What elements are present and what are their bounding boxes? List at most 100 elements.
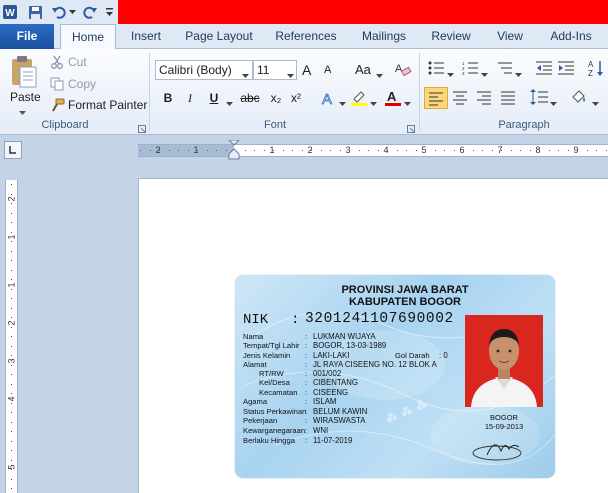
ruler-tick	[11, 193, 12, 195]
ruler-tick	[396, 150, 398, 151]
tab-review[interactable]: Review	[426, 24, 476, 49]
ruler-tick	[159, 150, 160, 151]
ruler-tick	[539, 150, 540, 151]
clear-formatting-icon[interactable]: A	[394, 60, 412, 81]
save-icon[interactable]	[27, 4, 43, 20]
align-center-icon[interactable]	[451, 88, 469, 109]
subscript-button[interactable]: x₂	[266, 89, 286, 107]
line-spacing-icon[interactable]	[530, 88, 548, 109]
paste-dropdown-icon[interactable]	[19, 105, 26, 119]
redo-icon[interactable]	[82, 4, 98, 20]
id-card-image[interactable]: ⁂ ⁂ ⁂ PROVINSI JAWA BARAT KABUPATEN BOGO…	[235, 275, 555, 478]
issue-place: BOGOR	[490, 413, 518, 422]
align-right-icon[interactable]	[475, 88, 493, 109]
tab-add-ins[interactable]: Add-Ins	[544, 24, 598, 49]
card-province: PROVINSI JAWA BARAT	[341, 284, 469, 296]
ribbon-home: Paste Cut Copy Format Painter Clipboard …	[0, 49, 608, 135]
shading-icon[interactable]	[570, 88, 588, 109]
format-painter-button[interactable]: Format Painter	[68, 98, 147, 112]
field-value: WNI	[313, 426, 329, 435]
field-value: LUKMAN WIJAYA	[313, 332, 376, 341]
text-effects-icon[interactable]: A	[320, 89, 338, 110]
numbering-icon[interactable]: 123	[462, 61, 478, 78]
font-color-dropdown-icon[interactable]	[404, 96, 411, 110]
ruler-tick	[472, 150, 474, 151]
underline-button[interactable]: U	[204, 89, 224, 107]
font-name-box[interactable]: Calibri (Body)	[155, 60, 253, 80]
horizontal-ruler[interactable]: 21123456789	[138, 140, 608, 160]
ruler-number: 5	[6, 464, 17, 470]
field-label: RT/RW	[259, 369, 284, 378]
signature-icon	[472, 444, 522, 461]
text-effects-dropdown-icon[interactable]	[339, 96, 346, 110]
tab-insert[interactable]: Insert	[124, 24, 168, 49]
undo-icon[interactable]	[50, 4, 66, 20]
vertical-ruler[interactable]: 2112345	[5, 180, 18, 493]
justify-icon[interactable]	[499, 88, 517, 109]
change-case-button[interactable]: Aa	[355, 62, 371, 77]
copy-button[interactable]: Copy	[68, 77, 96, 91]
field-label: Tempat/Tgl Lahir	[243, 341, 300, 350]
field-label: Pekerjaan	[243, 416, 278, 425]
blood-type-label: Gol Darah	[395, 351, 430, 360]
bold-button[interactable]: B	[158, 89, 178, 107]
shrink-font-button[interactable]: A	[324, 64, 331, 76]
underline-dropdown-icon[interactable]	[226, 96, 233, 110]
multilevel-dropdown-icon[interactable]	[515, 67, 522, 81]
highlight-dropdown-icon[interactable]	[370, 96, 377, 110]
grow-font-button[interactable]: A	[302, 62, 311, 78]
bullets-dropdown-icon[interactable]	[447, 67, 454, 81]
paste-button[interactable]: Paste	[10, 90, 41, 104]
ruler-tick	[225, 150, 227, 151]
shading-dropdown-icon[interactable]	[592, 96, 599, 110]
ruler-tick	[349, 150, 350, 151]
customize-toolbar-icon[interactable]	[104, 4, 114, 20]
tab-view[interactable]: View	[490, 24, 530, 49]
line-spacing-dropdown-icon[interactable]	[550, 96, 557, 110]
svg-text:A: A	[322, 91, 332, 107]
numbering-dropdown-icon[interactable]	[481, 67, 488, 81]
tab-mailings[interactable]: Mailings	[354, 24, 414, 49]
change-case-dropdown-icon[interactable]	[376, 68, 383, 82]
word-logo-icon[interactable]: W	[2, 4, 18, 20]
tab-references[interactable]: References	[270, 24, 342, 49]
field-label: Kewarganegaraan	[243, 426, 306, 435]
field-colon: :	[305, 407, 308, 416]
person-photo-icon	[471, 329, 537, 407]
paste-icon[interactable]	[8, 53, 38, 89]
font-launcher-icon[interactable]	[407, 122, 415, 136]
font-color-icon[interactable]: A	[384, 89, 402, 110]
ruler-tick	[282, 150, 284, 151]
tab-file[interactable]: File	[0, 24, 54, 49]
ruler-tick	[463, 150, 464, 151]
superscript-button[interactable]: x²	[286, 89, 306, 107]
field-colon: :	[305, 388, 308, 397]
field-label: Jenis Kelamin	[243, 351, 291, 360]
ruler-tick	[11, 345, 12, 347]
strikethrough-button[interactable]: abc	[238, 89, 262, 107]
tab-home[interactable]: Home	[60, 24, 116, 50]
sort-icon[interactable]: AZ	[588, 59, 604, 80]
highlight-color-icon[interactable]	[350, 89, 368, 110]
indent-marker-icon[interactable]	[228, 140, 240, 162]
decrease-indent-icon[interactable]	[536, 61, 552, 78]
quick-access-toolbar: W	[0, 0, 608, 24]
ruler-tick	[11, 231, 12, 233]
group-separator	[149, 53, 150, 131]
increase-indent-icon[interactable]	[558, 61, 574, 78]
clipboard-launcher-icon[interactable]	[138, 122, 146, 136]
multilevel-list-icon[interactable]	[496, 61, 512, 78]
font-size-dropdown-icon[interactable]	[287, 68, 294, 82]
align-left-button[interactable]	[424, 87, 448, 109]
ruler-tick	[605, 150, 607, 151]
bullets-icon[interactable]	[428, 61, 444, 78]
cut-button[interactable]: Cut	[68, 55, 87, 69]
italic-button[interactable]: I	[180, 89, 200, 107]
nik-value: 3201241107690002	[305, 311, 454, 327]
undo-dropdown-icon[interactable]	[68, 4, 76, 20]
ruler-tick	[11, 440, 12, 442]
tab-selector-button[interactable]	[4, 141, 22, 159]
ruler-tick	[11, 307, 12, 309]
font-name-dropdown-icon[interactable]	[242, 68, 249, 82]
tab-page-layout[interactable]: Page Layout	[180, 24, 258, 49]
